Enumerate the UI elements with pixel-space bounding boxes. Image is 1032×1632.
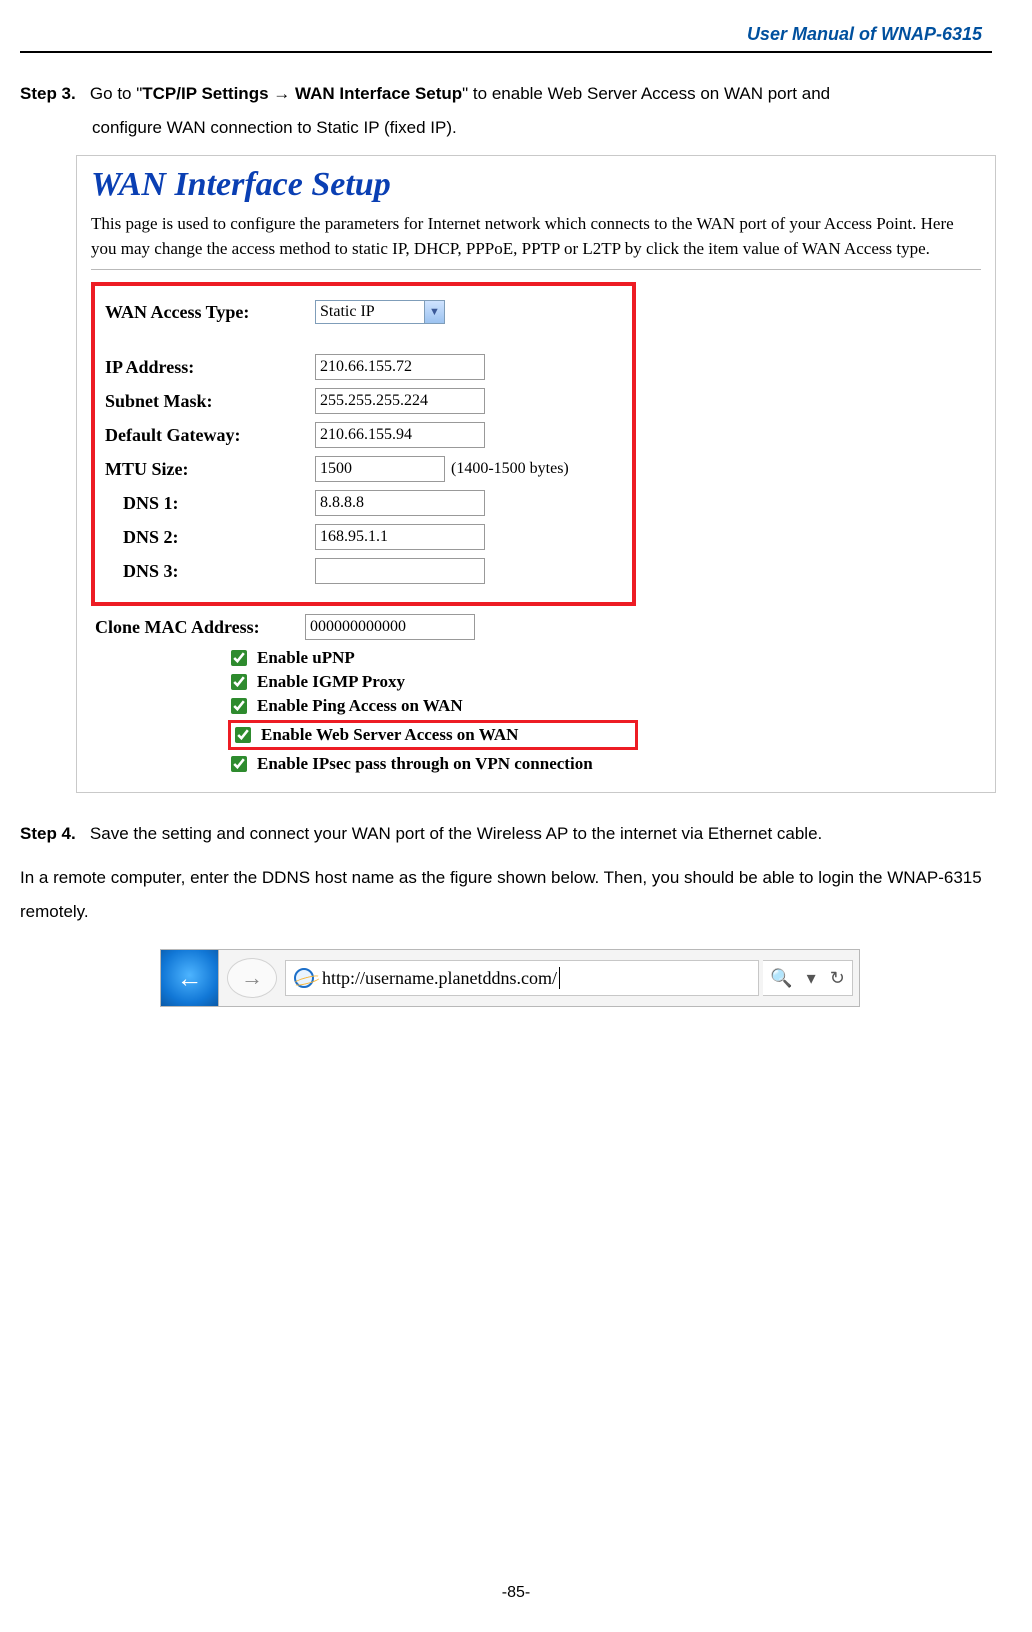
row-access-type: WAN Access Type: Static IP ▼ [105,300,622,324]
ping-label: Enable Ping Access on WAN [257,696,463,716]
page-footer: -85- [0,1584,1032,1602]
body-text2: In a remote computer, enter the DDNS hos… [20,861,992,929]
step3-line2: configure WAN connection to Static IP (f… [92,111,992,145]
ip-input[interactable] [315,354,485,380]
row-gw: Default Gateway: [105,422,622,448]
step3-label: Step 3. [20,84,76,103]
upnp-label: Enable uPNP [257,648,355,668]
wan-access-select[interactable]: Static IP ▼ [315,300,445,324]
row-webserver-highlight: Enable Web Server Access on WAN [228,720,638,750]
label-ip: IP Address: [105,357,315,378]
dns1-input[interactable] [315,490,485,516]
label-gw: Default Gateway: [105,425,315,446]
igmp-checkbox[interactable] [231,674,247,690]
back-button[interactable]: ← [161,950,219,1006]
url-right-buttons: 🔍 ▾ ↻ [763,960,853,996]
after-redbox: Clone MAC Address: Enable uPNP Enable IG… [91,614,981,774]
mask-input[interactable] [315,388,485,414]
ie-icon [294,968,314,988]
label-clone: Clone MAC Address: [95,617,305,638]
panel-desc: This page is used to configure the param… [91,212,981,261]
webserver-checkbox[interactable] [235,727,251,743]
label-access-type: WAN Access Type: [105,302,315,323]
mtu-input[interactable] [315,456,445,482]
row-ipsec: Enable IPsec pass through on VPN connect… [231,754,981,774]
refresh-icon[interactable]: ↻ [830,968,845,989]
label-mtu: MTU Size: [105,459,315,480]
row-dns3: DNS 3: [105,558,622,584]
url-text: http://username.planetddns.com/ [322,968,557,989]
label-mask: Subnet Mask: [105,391,315,412]
igmp-label: Enable IGMP Proxy [257,672,405,692]
step4-label: Step 4. [20,824,76,843]
step4-text: Save the setting and connect your WAN po… [90,824,822,843]
arrow-right-icon: → [241,965,263,991]
row-dns2: DNS 2: [105,524,622,550]
text-cursor [559,967,560,989]
ipsec-checkbox[interactable] [231,756,247,772]
arrow-left-icon: ← [177,963,203,994]
step3-path: TCP/IP Settings → WAN Interface Setup [142,84,462,103]
clone-input[interactable] [305,614,475,640]
row-mask: Subnet Mask: [105,388,622,414]
upnp-checkbox[interactable] [231,650,247,666]
row-clone: Clone MAC Address: [95,614,981,640]
step3-pre: Go to " [90,84,142,103]
settings-redbox: WAN Access Type: Static IP ▼ IP Address:… [91,282,636,606]
label-dns1: DNS 1: [105,493,315,514]
wan-panel: WAN Interface Setup This page is used to… [76,155,996,793]
row-mtu: MTU Size: (1400-1500 bytes) [105,456,622,482]
chevron-down-icon[interactable]: ▼ [424,301,444,323]
dns3-input[interactable] [315,558,485,584]
page-header-title: User Manual of WNAP-6315 [20,20,992,45]
row-dns1: DNS 1: [105,490,622,516]
panel-hr [91,269,981,270]
dropdown-icon[interactable]: ▾ [807,968,816,989]
forward-button[interactable]: → [227,958,277,998]
label-dns3: DNS 3: [105,561,315,582]
dns2-input[interactable] [315,524,485,550]
step3-post: " to enable Web Server Access on WAN por… [462,84,830,103]
gw-input[interactable] [315,422,485,448]
row-ping: Enable Ping Access on WAN [231,696,981,716]
step4: Step 4. Save the setting and connect you… [20,817,992,851]
row-igmp: Enable IGMP Proxy [231,672,981,692]
mtu-hint: (1400-1500 bytes) [451,460,569,478]
row-ip: IP Address: [105,354,622,380]
label-dns2: DNS 2: [105,527,315,548]
url-field[interactable]: http://username.planetddns.com/ [285,960,759,996]
header-rule [20,51,992,53]
row-upnp: Enable uPNP [231,648,981,668]
wan-access-value: Static IP [316,301,424,323]
webserver-label: Enable Web Server Access on WAN [261,725,518,745]
ping-checkbox[interactable] [231,698,247,714]
address-bar-figure: ← → http://username.planetddns.com/ 🔍 ▾ … [160,949,860,1007]
search-icon[interactable]: 🔍 [770,968,792,989]
panel-title: WAN Interface Setup [91,166,981,204]
ipsec-label: Enable IPsec pass through on VPN connect… [257,754,593,774]
step3: Step 3. Go to "TCP/IP Settings → WAN Int… [20,77,992,145]
